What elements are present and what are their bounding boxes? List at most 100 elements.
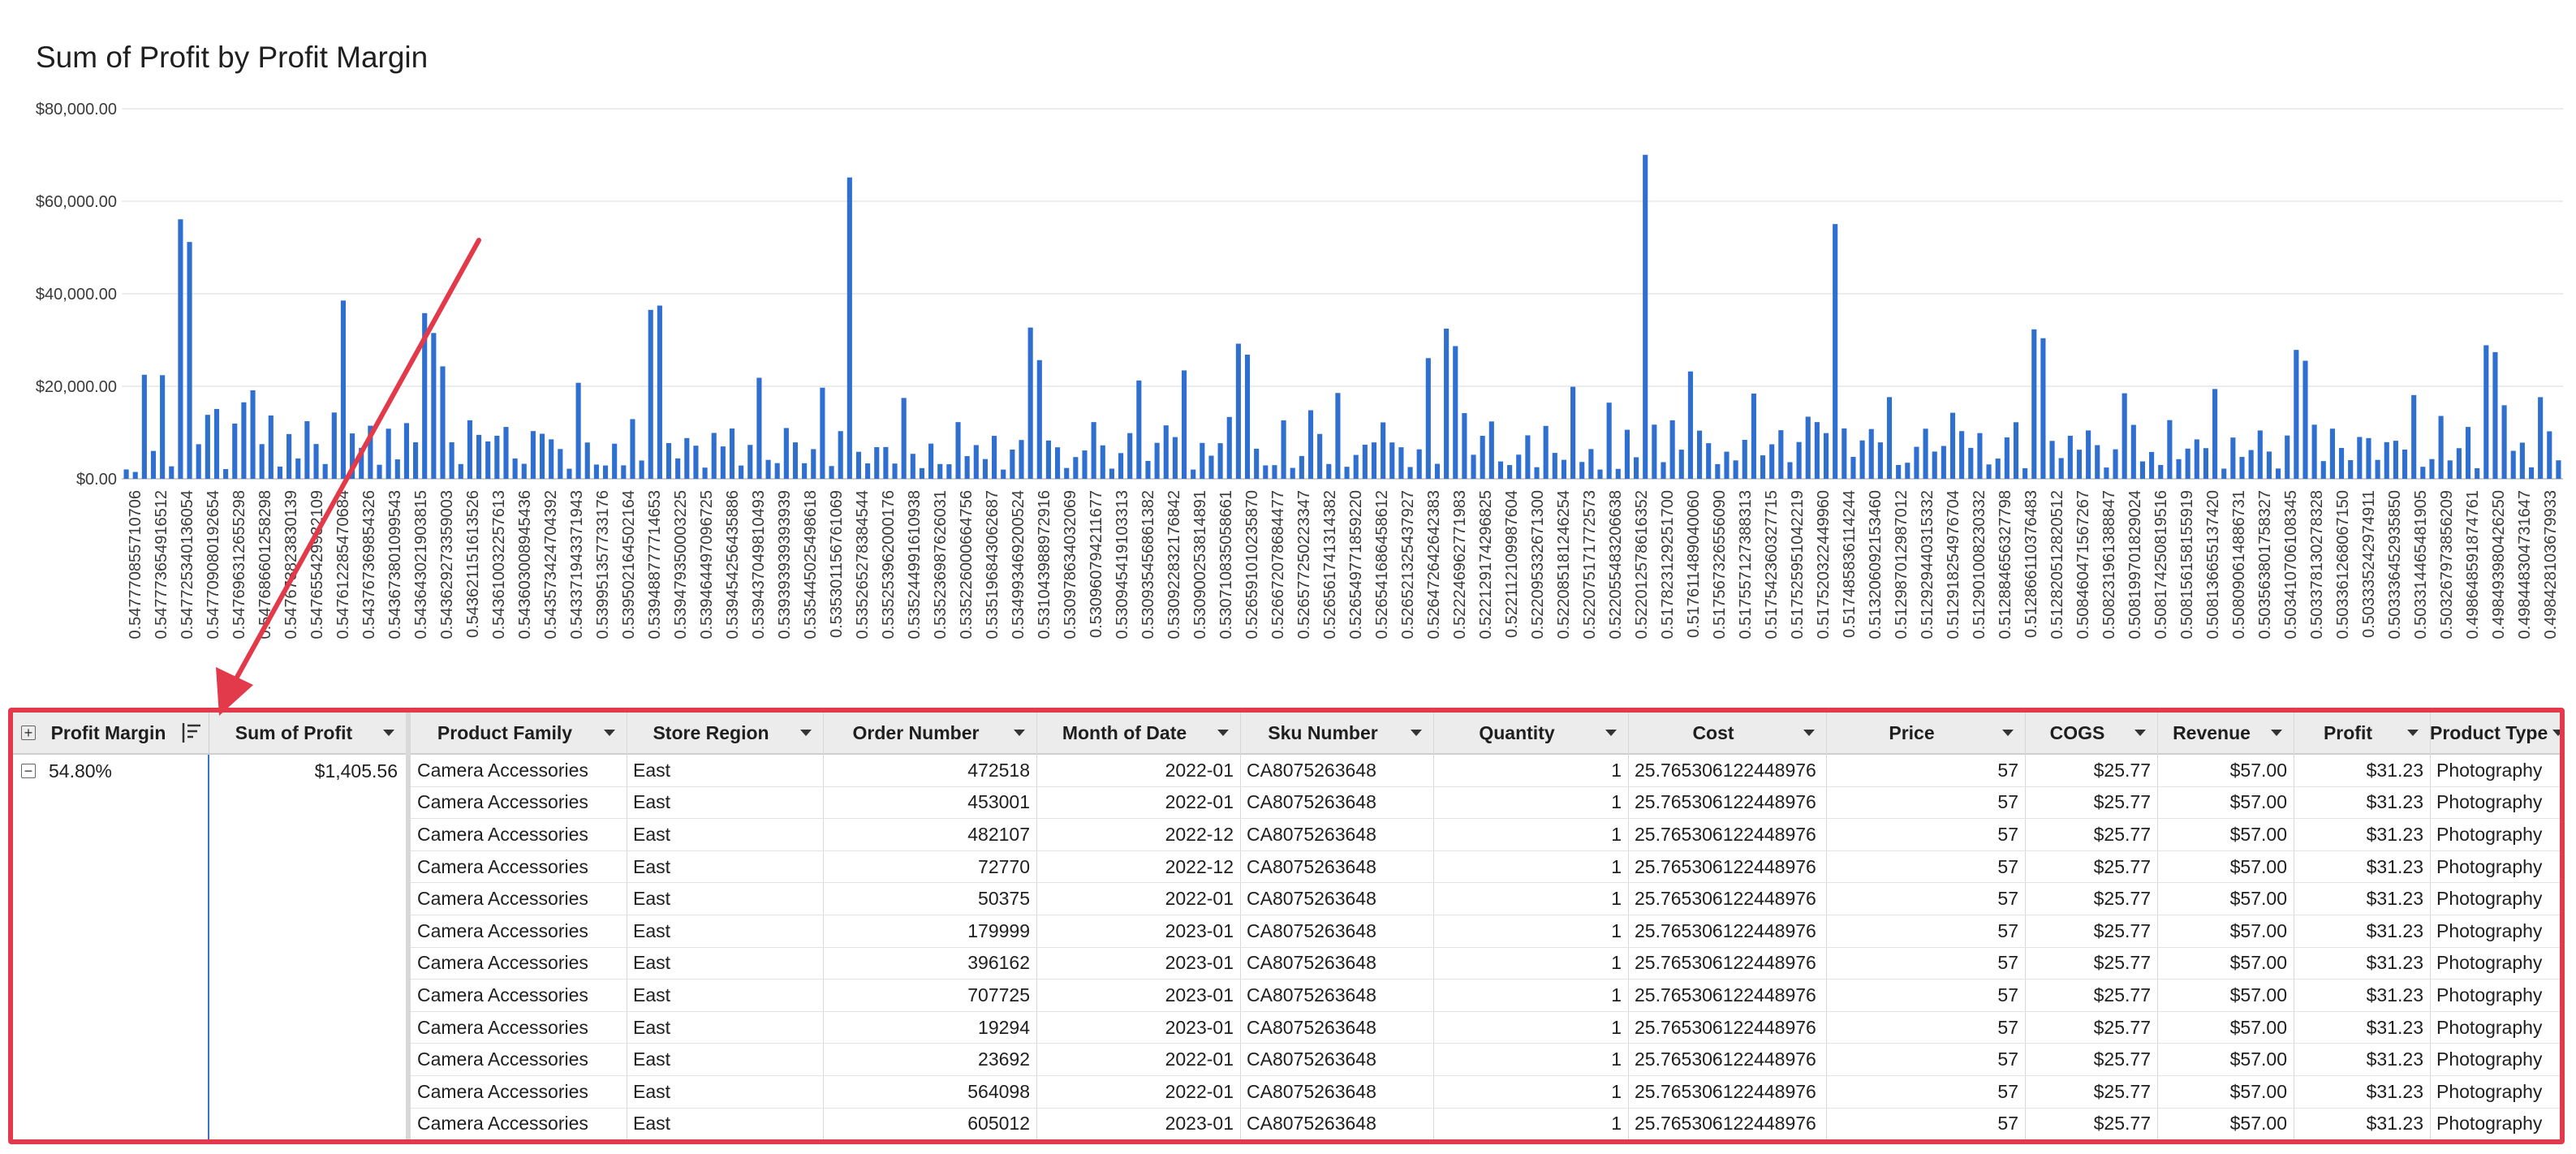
cell-product-family[interactable]: Camera Accessories	[411, 819, 627, 850]
chevron-down-icon[interactable]	[1411, 730, 1422, 736]
cell-profit[interactable]: $31.23	[2294, 1076, 2430, 1108]
table-row[interactable]: Camera Accessories East 605012 2023-01 CA807…	[411, 1109, 2560, 1139]
cell-cost[interactable]: 25.765306122448976	[1628, 948, 1826, 980]
table-row[interactable]: Camera Accessories East 707725 2023-01 CA807…	[411, 980, 2560, 1012]
cell-cogs[interactable]: $25.77	[2025, 1044, 2157, 1075]
cell-store-region[interactable]: East	[627, 755, 823, 786]
cell-product-family[interactable]: Camera Accessories	[411, 1076, 627, 1108]
cell-product-type[interactable]: Photography	[2430, 1044, 2560, 1075]
cell-product-type[interactable]: Photography	[2430, 1109, 2560, 1139]
column-header-cogs[interactable]: COGS	[2025, 713, 2157, 755]
cell-product-family[interactable]: Camera Accessories	[411, 1044, 627, 1075]
cell-profit[interactable]: $31.23	[2294, 819, 2430, 850]
sum-of-profit-header[interactable]: Sum of Profit	[209, 713, 406, 755]
chevron-down-icon[interactable]	[383, 730, 394, 736]
cell-store-region[interactable]: East	[627, 819, 823, 850]
cell-revenue[interactable]: $57.00	[2157, 1044, 2294, 1075]
cell-sku-number[interactable]: CA8075263648	[1240, 819, 1433, 850]
cell-cogs[interactable]: $25.77	[2025, 948, 2157, 980]
cell-product-type[interactable]: Photography	[2430, 915, 2560, 947]
cell-price[interactable]: 57	[1826, 1044, 2025, 1075]
cell-cost[interactable]: 25.765306122448976	[1628, 1076, 1826, 1108]
cell-profit[interactable]: $31.23	[2294, 851, 2430, 883]
cell-quantity[interactable]: 1	[1433, 948, 1628, 980]
cell-price[interactable]: 57	[1826, 1109, 2025, 1139]
cell-cogs[interactable]: $25.77	[2025, 755, 2157, 786]
cell-sku-number[interactable]: CA8075263648	[1240, 980, 1433, 1011]
cell-cogs[interactable]: $25.77	[2025, 980, 2157, 1011]
cell-product-family[interactable]: Camera Accessories	[411, 1109, 627, 1139]
cell-profit[interactable]: $31.23	[2294, 787, 2430, 819]
cell-revenue[interactable]: $57.00	[2157, 948, 2294, 980]
table-row[interactable]: Camera Accessories East 453001 2022-01 CA807…	[411, 787, 2560, 820]
profit-margin-header[interactable]: + Profit Margin	[13, 713, 209, 755]
cell-cogs[interactable]: $25.77	[2025, 1076, 2157, 1108]
chevron-down-icon[interactable]	[2134, 730, 2146, 736]
table-row[interactable]: Camera Accessories East 396162 2023-01 CA807…	[411, 948, 2560, 980]
cell-sku-number[interactable]: CA8075263648	[1240, 948, 1433, 980]
cell-cost[interactable]: 25.765306122448976	[1628, 915, 1826, 947]
cell-revenue[interactable]: $57.00	[2157, 980, 2294, 1011]
cell-store-region[interactable]: East	[627, 851, 823, 883]
cell-quantity[interactable]: 1	[1433, 819, 1628, 850]
cell-product-type[interactable]: Photography	[2430, 787, 2560, 819]
cell-sku-number[interactable]: CA8075263648	[1240, 1109, 1433, 1139]
cell-product-family[interactable]: Camera Accessories	[411, 755, 627, 786]
cell-order-number[interactable]: 453001	[823, 787, 1036, 819]
cell-revenue[interactable]: $57.00	[2157, 755, 2294, 786]
column-header-product-family[interactable]: Product Family	[411, 713, 627, 755]
column-header-order-number[interactable]: Order Number	[823, 713, 1036, 755]
cell-month-of-date[interactable]: 2022-01	[1036, 1044, 1240, 1075]
cell-cost[interactable]: 25.765306122448976	[1628, 851, 1826, 883]
column-header-store-region[interactable]: Store Region	[627, 713, 823, 755]
cell-price[interactable]: 57	[1826, 755, 2025, 786]
cell-quantity[interactable]: 1	[1433, 1076, 1628, 1108]
chevron-down-icon[interactable]	[1014, 730, 1025, 736]
cell-quantity[interactable]: 1	[1433, 1109, 1628, 1139]
chevron-down-icon[interactable]	[800, 730, 812, 736]
cell-month-of-date[interactable]: 2022-01	[1036, 787, 1240, 819]
cell-price[interactable]: 57	[1826, 915, 2025, 947]
cell-cogs[interactable]: $25.77	[2025, 1109, 2157, 1139]
cell-sku-number[interactable]: CA8075263648	[1240, 1012, 1433, 1044]
cell-product-family[interactable]: Camera Accessories	[411, 851, 627, 883]
cell-order-number[interactable]: 23692	[823, 1044, 1036, 1075]
cell-product-family[interactable]: Camera Accessories	[411, 787, 627, 819]
cell-product-type[interactable]: Photography	[2430, 883, 2560, 915]
cell-sku-number[interactable]: CA8075263648	[1240, 883, 1433, 915]
cell-store-region[interactable]: East	[627, 948, 823, 980]
cell-quantity[interactable]: 1	[1433, 1012, 1628, 1044]
cell-cost[interactable]: 25.765306122448976	[1628, 883, 1826, 915]
table-row[interactable]: Camera Accessories East 179999 2023-01 CA807…	[411, 915, 2560, 948]
cell-order-number[interactable]: 472518	[823, 755, 1036, 786]
cell-revenue[interactable]: $57.00	[2157, 1109, 2294, 1139]
cell-quantity[interactable]: 1	[1433, 851, 1628, 883]
cell-price[interactable]: 57	[1826, 1076, 2025, 1108]
cell-cost[interactable]: 25.765306122448976	[1628, 980, 1826, 1011]
collapse-icon[interactable]: −	[21, 764, 36, 778]
cell-store-region[interactable]: East	[627, 1044, 823, 1075]
cell-order-number[interactable]: 72770	[823, 851, 1036, 883]
cell-month-of-date[interactable]: 2022-01	[1036, 883, 1240, 915]
column-header-sku-number[interactable]: Sku Number	[1240, 713, 1433, 755]
column-header-profit[interactable]: Profit	[2294, 713, 2430, 755]
cell-profit[interactable]: $31.23	[2294, 1044, 2430, 1075]
cell-cogs[interactable]: $25.77	[2025, 1012, 2157, 1044]
cell-cogs[interactable]: $25.77	[2025, 787, 2157, 819]
column-header-cost[interactable]: Cost	[1628, 713, 1826, 755]
cell-quantity[interactable]: 1	[1433, 915, 1628, 947]
cell-product-type[interactable]: Photography	[2430, 851, 2560, 883]
cell-profit[interactable]: $31.23	[2294, 915, 2430, 947]
cell-price[interactable]: 57	[1826, 948, 2025, 980]
cell-product-type[interactable]: Photography	[2430, 980, 2560, 1011]
cell-order-number[interactable]: 19294	[823, 1012, 1036, 1044]
cell-cogs[interactable]: $25.77	[2025, 819, 2157, 850]
cell-sku-number[interactable]: CA8075263648	[1240, 851, 1433, 883]
cell-product-family[interactable]: Camera Accessories	[411, 1012, 627, 1044]
sort-icon[interactable]	[181, 721, 202, 745]
cell-revenue[interactable]: $57.00	[2157, 819, 2294, 850]
cell-quantity[interactable]: 1	[1433, 1044, 1628, 1075]
cell-quantity[interactable]: 1	[1433, 787, 1628, 819]
chevron-down-icon[interactable]	[2552, 730, 2560, 736]
cell-sku-number[interactable]: CA8075263648	[1240, 1076, 1433, 1108]
